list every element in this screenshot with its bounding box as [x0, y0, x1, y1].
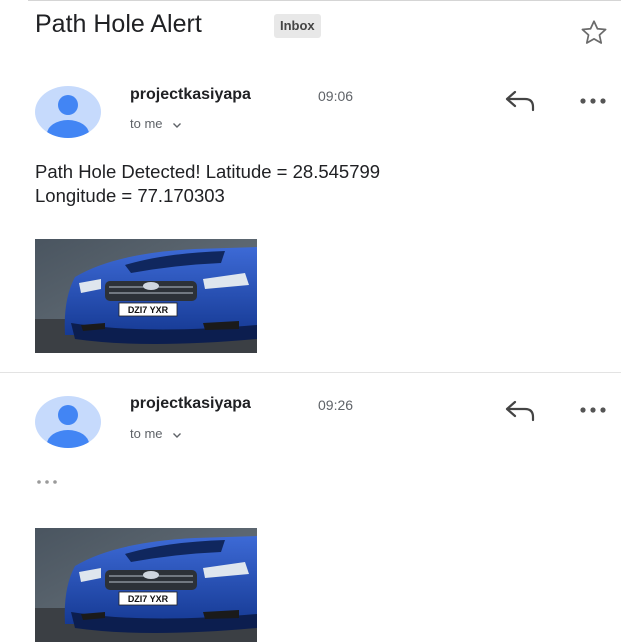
sender-avatar[interactable] — [35, 86, 101, 138]
car-image-attachment[interactable]: DZI7 YXR — [35, 239, 257, 353]
sender-avatar[interactable] — [35, 396, 101, 448]
license-plate: DZI7 YXR — [128, 305, 169, 315]
subject-header: Path Hole Alert Inbox — [35, 8, 615, 48]
person-icon — [47, 405, 89, 448]
message-time: 09:06 — [318, 88, 354, 104]
body-line-2: Longitude = 77.170303 — [35, 185, 225, 206]
star-icon[interactable] — [578, 17, 610, 49]
message-body: Path Hole Detected! Latitude = 28.545799… — [35, 160, 595, 208]
recipient-details[interactable]: to me — [130, 116, 182, 131]
sender-name[interactable]: projectkasiyapa — [130, 395, 251, 413]
message-divider — [0, 372, 621, 373]
sender-name[interactable]: projectkasiyapa — [130, 86, 251, 104]
car-image: DZI7 YXR — [35, 528, 257, 642]
top-divider — [28, 0, 621, 1]
body-line-1: Path Hole Detected! Latitude = 28.545799 — [35, 161, 381, 182]
chevron-down-icon[interactable] — [172, 431, 182, 439]
person-icon — [47, 95, 89, 138]
car-image-attachment[interactable]: DZI7 YXR — [35, 528, 257, 642]
car-image: DZI7 YXR — [35, 239, 257, 353]
inbox-label-badge[interactable]: Inbox — [274, 14, 321, 38]
recipient-details[interactable]: to me — [130, 426, 182, 441]
license-plate: DZI7 YXR — [128, 594, 169, 604]
email-subject: Path Hole Alert — [35, 10, 202, 38]
recipient-label: to me — [130, 116, 163, 131]
chevron-down-icon[interactable] — [172, 121, 182, 129]
reply-icon[interactable] — [503, 398, 537, 424]
recipient-label: to me — [130, 426, 163, 441]
more-options-icon[interactable] — [578, 96, 608, 106]
more-options-icon[interactable] — [578, 405, 608, 415]
reply-icon[interactable] — [503, 88, 537, 114]
show-trimmed-content-icon[interactable] — [35, 478, 69, 486]
message-time: 09:26 — [318, 397, 354, 413]
